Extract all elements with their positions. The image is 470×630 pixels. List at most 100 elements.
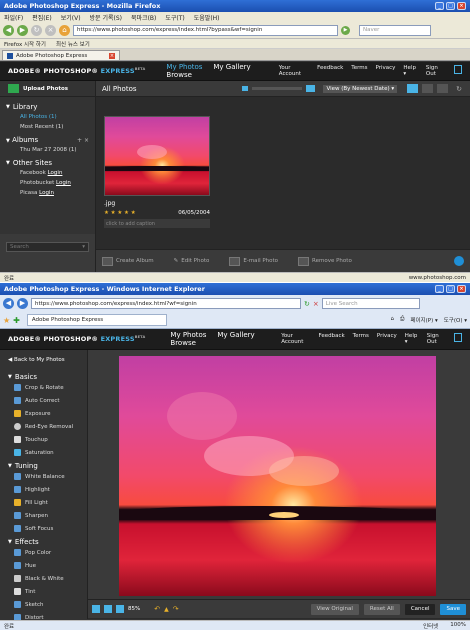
photo-thumbnail[interactable]: [104, 116, 210, 196]
reload-icon[interactable]: ↻: [31, 24, 42, 36]
tool-pop-color[interactable]: Pop Color: [14, 549, 87, 556]
browser-tab[interactable]: Adobe Photoshop Express ×: [2, 50, 120, 60]
large-thumb-icon[interactable]: [306, 85, 316, 92]
zoom-out-icon[interactable]: [104, 605, 112, 613]
ie-minimize-icon[interactable]: _: [435, 285, 444, 293]
list-view-icon[interactable]: [407, 84, 419, 93]
tool-auto-correct[interactable]: Auto Correct: [14, 397, 87, 404]
editor-link-terms[interactable]: Terms: [353, 333, 369, 345]
facebook-login-link[interactable]: Login: [48, 170, 63, 176]
album-item[interactable]: Thu Mar 27 2008 (1): [20, 147, 95, 153]
zoom-in-icon[interactable]: [116, 605, 124, 613]
menu-bookmarks[interactable]: 북마크(B): [131, 13, 156, 22]
ie-print-icon[interactable]: ⎙: [400, 316, 404, 324]
menu-help[interactable]: 도움말(H): [194, 13, 220, 22]
tool-tint[interactable]: Tint: [14, 588, 87, 595]
ie-page-menu[interactable]: 페이지(P) ▾: [410, 316, 437, 324]
undo-icon[interactable]: ↶: [154, 605, 160, 613]
go-icon[interactable]: ▶: [341, 25, 350, 35]
ie-refresh-icon[interactable]: ↻: [304, 300, 310, 308]
add-favorite-icon[interactable]: ✚: [13, 316, 20, 325]
menu-view[interactable]: 보기(V): [61, 13, 81, 22]
tool-hue[interactable]: Hue: [14, 562, 87, 569]
tool-white-balance[interactable]: White Balance: [14, 473, 87, 480]
history-icon[interactable]: ▲: [164, 606, 169, 613]
small-thumb-icon[interactable]: [242, 86, 249, 91]
upload-button[interactable]: Upload Photos: [0, 81, 96, 96]
tool-saturation[interactable]: Saturation: [14, 449, 87, 456]
ie-back-icon[interactable]: ◀: [3, 298, 14, 309]
photobucket-login-link[interactable]: Login: [56, 180, 71, 186]
ie-browser-tab[interactable]: Adobe Photoshop Express: [26, 314, 167, 326]
ie-maximize-icon[interactable]: □: [446, 285, 455, 293]
tool-exposure[interactable]: Exposure: [14, 410, 87, 417]
tool-touchup[interactable]: Touchup: [14, 436, 87, 443]
nav-my-gallery[interactable]: My Gallery: [213, 63, 250, 71]
create-album-button[interactable]: Create Album: [102, 256, 154, 266]
ie-tools-menu[interactable]: 도구(O) ▾: [444, 316, 467, 324]
tool-soft-focus[interactable]: Soft Focus: [14, 525, 87, 532]
reset-all-button[interactable]: Reset All: [363, 603, 400, 615]
detail-view-icon[interactable]: [437, 84, 449, 93]
ie-stop-icon[interactable]: ×: [313, 300, 319, 308]
nav-my-photos[interactable]: My Photos: [166, 63, 202, 71]
editor-link-feedback[interactable]: Feedback: [318, 333, 344, 345]
editor-link-privacy[interactable]: Privacy: [377, 333, 397, 345]
editor-fullscreen-icon[interactable]: [454, 333, 462, 342]
picasa-login-link[interactable]: Login: [39, 190, 54, 196]
editor-nav-my-photos[interactable]: My Photos: [170, 331, 206, 339]
ie-close-icon[interactable]: ×: [457, 285, 466, 293]
link-feedback[interactable]: Feedback: [317, 65, 343, 77]
star-rating[interactable]: ★ ★ ★ ★ ★: [104, 210, 136, 216]
link-terms[interactable]: Terms: [351, 65, 367, 77]
view-original-button[interactable]: View Original: [310, 603, 359, 615]
link-help[interactable]: Help ▾: [403, 65, 417, 77]
tool-sketch[interactable]: Sketch: [14, 601, 87, 608]
back-icon[interactable]: ◀: [3, 24, 14, 36]
bookmark-getting-started[interactable]: Firefox 시작 하기: [4, 40, 46, 48]
editor-link-help[interactable]: Help ▾: [405, 333, 419, 345]
remove-photo-button[interactable]: Remove Photo: [298, 256, 352, 266]
link-your-account[interactable]: Your Account: [279, 65, 309, 77]
menu-file[interactable]: 파일(F): [4, 13, 23, 22]
link-privacy[interactable]: Privacy: [376, 65, 396, 77]
add-album-icon[interactable]: +: [77, 137, 82, 144]
search-input[interactable]: Naver: [359, 24, 431, 36]
back-to-my-photos-link[interactable]: ◀ Back to My Photos: [8, 357, 87, 363]
delete-album-icon[interactable]: ×: [84, 137, 89, 144]
address-bar[interactable]: https://www.photoshop.com/express/index.…: [73, 24, 338, 36]
tool-black-white[interactable]: Black & White: [14, 575, 87, 582]
info-icon[interactable]: [454, 256, 464, 266]
close-icon[interactable]: ×: [457, 2, 466, 10]
sunset-photo-large[interactable]: [119, 356, 436, 596]
home-icon[interactable]: ⌂: [59, 24, 70, 36]
minimize-icon[interactable]: _: [435, 2, 444, 10]
forward-icon[interactable]: ▶: [17, 24, 28, 36]
tool-sharpen[interactable]: Sharpen: [14, 512, 87, 519]
fullscreen-icon[interactable]: [454, 65, 462, 74]
fit-view-icon[interactable]: [92, 605, 100, 613]
tool-fill-light[interactable]: Fill Light: [14, 499, 87, 506]
tool-red-eye-removal[interactable]: Red-Eye Removal: [14, 423, 87, 430]
editor-nav-my-gallery[interactable]: My Gallery: [217, 331, 254, 339]
photo-search-input[interactable]: Search ▾: [6, 242, 89, 252]
refresh-icon[interactable]: ↻: [456, 85, 462, 93]
edit-photo-button[interactable]: ✎ Edit Photo: [174, 258, 210, 264]
tool-highlight[interactable]: Highlight: [14, 486, 87, 493]
maximize-icon[interactable]: □: [446, 2, 455, 10]
editor-link-sign-out[interactable]: Sign Out: [427, 333, 446, 345]
ie-search-input[interactable]: Live Search: [321, 298, 420, 309]
link-sign-out[interactable]: Sign Out: [426, 65, 446, 77]
editor-nav-browse[interactable]: Browse: [170, 339, 196, 347]
cancel-button[interactable]: Cancel: [404, 603, 436, 615]
ie-zoom-level[interactable]: 100%: [450, 622, 466, 630]
email-photo-button[interactable]: E-mail Photo: [229, 256, 278, 266]
thumbnail-size-slider[interactable]: [252, 87, 303, 90]
view-sort-select[interactable]: View (By Newest Date) ▾: [323, 84, 398, 93]
ie-forward-icon[interactable]: ▶: [17, 298, 28, 309]
editor-link-your-account[interactable]: Your Account: [281, 333, 310, 345]
library-all-photos[interactable]: All Photos (1): [20, 114, 95, 120]
library-most-recent[interactable]: Most Recent (1): [20, 124, 95, 130]
nav-browse[interactable]: Browse: [166, 71, 192, 79]
grid-view-icon[interactable]: [422, 84, 434, 93]
